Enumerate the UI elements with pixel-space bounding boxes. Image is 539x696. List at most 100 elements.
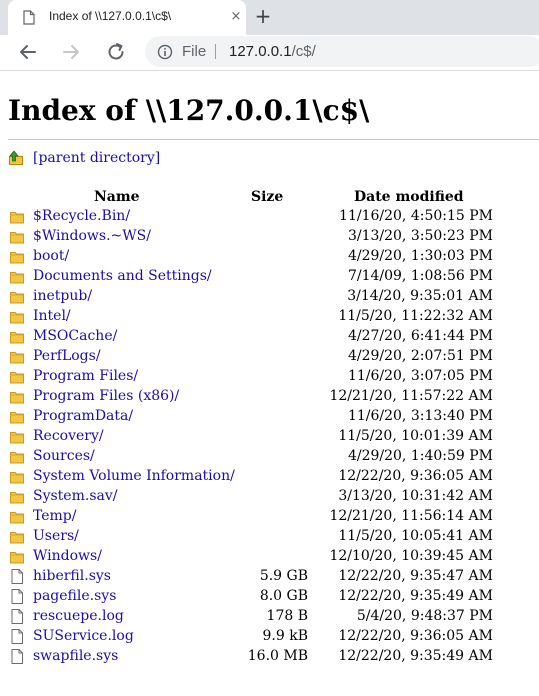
entry-name-link[interactable]: PerfLogs/ <box>33 348 101 364</box>
entry-modified: 4/29/20, 2:07:51 PM <box>347 348 493 364</box>
browser-toolbar: File 127.0.0.1/c$/ <box>0 35 539 71</box>
folder-icon[interactable] <box>10 249 24 264</box>
address-bar[interactable]: File 127.0.0.1/c$/ <box>145 36 539 67</box>
folder-icon[interactable] <box>10 369 24 384</box>
folder-icon[interactable] <box>10 309 24 324</box>
entry-name-link[interactable]: System Volume Information/ <box>33 468 235 484</box>
entry-name-link[interactable]: Program Files/ <box>33 368 138 384</box>
entry-name-link[interactable]: rescuepe.log <box>33 608 124 624</box>
entry-modified: 12/22/20, 9:36:05 AM <box>338 628 493 644</box>
entry-modified: 11/5/20, 10:05:41 AM <box>338 528 493 544</box>
entry-name-link[interactable]: SUService.log <box>33 628 134 644</box>
entry-modified: 12/21/20, 11:56:14 AM <box>329 508 493 524</box>
entry-modified: 12/22/20, 9:35:49 AM <box>338 648 493 664</box>
entry-name-link[interactable]: Documents and Settings/ <box>33 268 212 284</box>
entry-name-link[interactable]: Sources/ <box>33 448 95 464</box>
entry-name-link[interactable]: Intel/ <box>33 308 71 324</box>
table-row: Sources/4/29/20, 1:40:59 PM <box>0 447 539 467</box>
entry-modified: 7/14/09, 1:08:56 PM <box>347 268 493 284</box>
file-icon[interactable] <box>10 569 24 584</box>
entry-size: 178 B <box>266 608 308 624</box>
folder-icon[interactable] <box>10 509 24 524</box>
entry-name-link[interactable]: Recovery/ <box>33 428 104 444</box>
entry-modified: 12/22/20, 9:35:47 AM <box>338 568 493 584</box>
url-host: 127.0.0.1 <box>229 43 292 60</box>
entry-modified: 11/5/20, 11:22:32 AM <box>338 308 493 324</box>
back-arrow-icon[interactable] <box>15 39 41 65</box>
file-icon[interactable] <box>10 629 24 644</box>
folder-icon[interactable] <box>10 409 24 424</box>
table-row: Program Files/11/6/20, 3:07:05 PM <box>0 367 539 387</box>
entry-name-link[interactable]: System.sav/ <box>33 488 117 504</box>
folder-icon[interactable] <box>10 389 24 404</box>
folder-icon[interactable] <box>10 489 24 504</box>
entry-name-link[interactable]: hiberfil.sys <box>33 568 111 584</box>
file-icon[interactable] <box>10 609 24 624</box>
parent-directory-link[interactable]: [parent directory] <box>33 150 160 166</box>
folder-icon[interactable] <box>10 229 24 244</box>
entry-name-link[interactable]: Windows/ <box>33 548 102 564</box>
table-row: MSOCache/4/27/20, 6:41:44 PM <box>0 327 539 347</box>
entry-modified: 3/14/20, 9:35:01 AM <box>347 288 493 304</box>
folder-icon[interactable] <box>10 529 24 544</box>
table-row: Users/11/5/20, 10:05:41 AM <box>0 527 539 547</box>
entry-modified: 12/22/20, 9:36:05 AM <box>338 468 493 484</box>
folder-icon[interactable] <box>10 449 24 464</box>
entry-name-link[interactable]: Users/ <box>33 528 79 544</box>
file-list: $Recycle.Bin/11/16/20, 4:50:15 PM $Window… <box>0 207 539 667</box>
entry-modified: 11/16/20, 4:50:15 PM <box>339 208 493 224</box>
url-path: /c$/ <box>291 43 316 60</box>
active-tab[interactable]: Index of \\127.0.0.1\c$\ × <box>8 0 246 35</box>
entry-name-link[interactable]: ProgramData/ <box>33 408 133 424</box>
entry-name-link[interactable]: Program Files (x86)/ <box>33 388 179 404</box>
entry-modified: 12/10/20, 10:39:45 AM <box>329 548 493 564</box>
url-text[interactable]: 127.0.0.1/c$/ <box>229 43 316 60</box>
folder-icon[interactable] <box>10 269 24 284</box>
entry-modified: 11/6/20, 3:07:05 PM <box>347 368 493 384</box>
folder-icon[interactable] <box>10 349 24 364</box>
entry-modified: 11/5/20, 10:01:39 AM <box>338 428 493 444</box>
folder-icon[interactable] <box>10 549 24 564</box>
entry-modified: 11/6/20, 3:13:40 PM <box>347 408 493 424</box>
entry-name-link[interactable]: Temp/ <box>33 508 77 524</box>
table-row: Temp/12/21/20, 11:56:14 AM <box>0 507 539 527</box>
column-header-modified[interactable]: Date modified <box>354 189 464 205</box>
folder-icon[interactable] <box>10 469 24 484</box>
table-row: Program Files (x86)/ 12/21/20, 11:57:22 A… <box>0 387 539 407</box>
table-row: hiberfil.sys 5.9 GB 12/22/20, 9:35:47 AM <box>0 567 539 587</box>
page-icon <box>23 10 35 25</box>
entry-name-link[interactable]: inetpub/ <box>33 288 92 304</box>
forward-arrow-icon[interactable] <box>58 39 84 65</box>
new-tab-button[interactable]: + <box>252 6 274 28</box>
table-row: Documents and Settings/7/14/09, 1:08:56 … <box>0 267 539 287</box>
folder-icon[interactable] <box>10 209 24 224</box>
entry-name-link[interactable]: MSOCache/ <box>33 328 117 344</box>
entry-name-link[interactable]: boot/ <box>33 248 69 264</box>
entry-name-link[interactable]: swapfile.sys <box>33 648 118 664</box>
folder-icon[interactable] <box>10 289 24 304</box>
scheme-label: File <box>182 43 207 60</box>
file-icon[interactable] <box>10 589 24 604</box>
tab-title: Index of \\127.0.0.1\c$\ <box>49 9 172 23</box>
table-row: rescuepe.log 178 B 5/4/20, 9:48:37 PM <box>0 607 539 627</box>
column-header-size[interactable]: Size <box>251 189 283 205</box>
file-icon[interactable] <box>10 649 24 664</box>
entry-modified: 5/4/20, 9:48:37 PM <box>356 608 493 624</box>
column-header-name[interactable]: Name <box>94 189 140 205</box>
table-row: $Recycle.Bin/11/16/20, 4:50:15 PM <box>0 207 539 227</box>
entry-modified: 12/21/20, 11:57:22 AM <box>329 388 493 404</box>
table-row: swapfile.sys 16.0 MB 12/22/20, 9:35:49 AM <box>0 647 539 667</box>
entry-name-link[interactable]: $Recycle.Bin/ <box>33 208 130 224</box>
table-row: SUService.log 9.9 kB 12/22/20, 9:36:05 AM <box>0 627 539 647</box>
info-icon[interactable] <box>157 44 173 60</box>
entry-name-link[interactable]: pagefile.sys <box>33 588 116 604</box>
folder-icon[interactable] <box>10 429 24 444</box>
entry-name-link[interactable]: $Windows.~WS/ <box>33 228 151 244</box>
up-arrow-icon[interactable] <box>9 150 23 165</box>
reload-icon[interactable] <box>103 39 129 65</box>
tab-close-icon[interactable]: × <box>228 9 244 25</box>
table-row: Recovery/11/5/20, 10:01:39 AM <box>0 427 539 447</box>
entry-size: 9.9 kB <box>262 628 309 644</box>
entry-modified: 3/13/20, 10:31:42 AM <box>338 488 493 504</box>
folder-icon[interactable] <box>10 329 24 344</box>
